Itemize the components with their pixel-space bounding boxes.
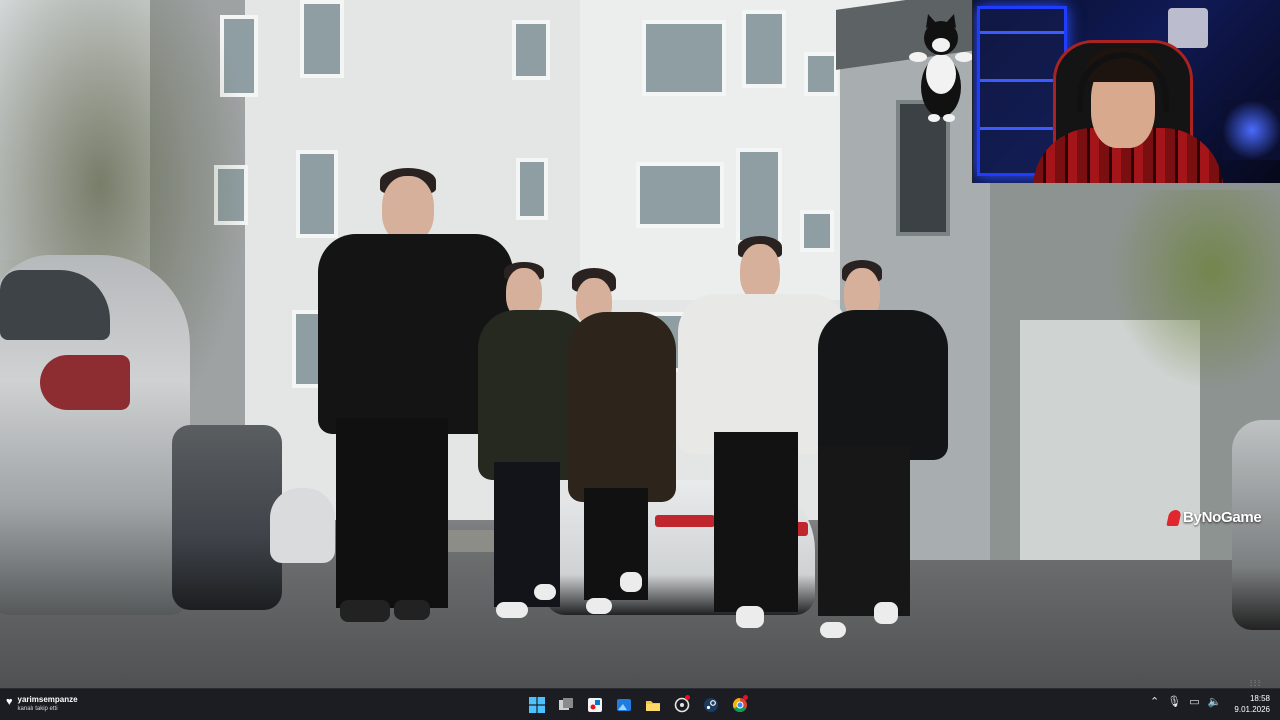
display-icon[interactable]: ▭ bbox=[1189, 695, 1199, 708]
black-jacket bbox=[818, 310, 948, 460]
task-view-button[interactable] bbox=[555, 692, 577, 717]
window bbox=[636, 162, 724, 228]
steam-button[interactable] bbox=[700, 692, 722, 717]
file-explorer-button[interactable] bbox=[642, 692, 664, 717]
windows-icon bbox=[529, 696, 545, 713]
car-taillight bbox=[40, 355, 130, 410]
shoe bbox=[620, 572, 642, 592]
start-button[interactable] bbox=[526, 692, 548, 717]
watermark-logo-icon bbox=[1166, 509, 1182, 526]
notification-dot bbox=[743, 695, 748, 700]
notification-text: yarimsempanze kanalı takip etti bbox=[18, 695, 78, 714]
shelf-bar bbox=[980, 127, 1064, 130]
channel-watermark: ByNoGame bbox=[1166, 509, 1262, 526]
shoe bbox=[534, 584, 556, 600]
notification-title: yarimsempanze bbox=[17, 695, 78, 704]
window bbox=[512, 20, 550, 80]
screen: ByNoGame ⫶⫶⫶ ♥ yarimsempanze kanalı taki… bbox=[0, 0, 1280, 720]
notification-subtitle: kanalı takip etti bbox=[17, 706, 58, 712]
shoe bbox=[736, 606, 764, 628]
shelf-bar bbox=[980, 31, 1064, 34]
pinned-apps bbox=[526, 692, 751, 717]
car-rear-window bbox=[0, 270, 110, 340]
shelf-bar bbox=[980, 79, 1064, 82]
desk-light bbox=[1223, 100, 1280, 160]
trousers bbox=[818, 446, 910, 616]
shoe bbox=[394, 600, 430, 620]
shoe bbox=[340, 600, 390, 622]
photos-app-button[interactable] bbox=[613, 692, 635, 717]
snipping-tool-icon bbox=[588, 697, 602, 712]
window bbox=[300, 0, 344, 78]
watermark-text: ByNoGame bbox=[1183, 509, 1262, 526]
follow-notification[interactable]: ♥ yarimsempanze kanalı takip etti bbox=[6, 695, 78, 714]
silver-car bbox=[0, 255, 190, 615]
taskbar-clock[interactable]: 18:58 9.01.2026 bbox=[1230, 693, 1270, 715]
head bbox=[382, 176, 434, 242]
clock-time: 18:58 bbox=[1249, 694, 1270, 703]
shoe bbox=[820, 622, 846, 638]
window bbox=[804, 52, 838, 96]
cat-sticker bbox=[909, 14, 973, 122]
chevron-up-icon[interactable]: ⌃ bbox=[1150, 695, 1159, 708]
chrome-button[interactable] bbox=[729, 692, 751, 717]
head bbox=[740, 244, 780, 300]
window bbox=[742, 10, 786, 88]
ivy-foliage-right bbox=[1110, 190, 1280, 390]
speaker-icon[interactable]: 🔈 bbox=[1208, 695, 1222, 708]
photos-icon bbox=[617, 698, 631, 711]
shoe bbox=[496, 602, 528, 618]
streamer-webcam bbox=[972, 0, 1280, 183]
steam-icon bbox=[704, 697, 718, 712]
shoe bbox=[874, 602, 898, 624]
trousers bbox=[714, 432, 798, 612]
notification-dot bbox=[685, 695, 690, 700]
heart-icon: ♥ bbox=[6, 696, 13, 708]
clock-date: 9.01.2026 bbox=[1234, 705, 1270, 714]
video-frame[interactable]: ByNoGame ⫶⫶⫶ bbox=[0, 0, 1280, 688]
shoe bbox=[586, 598, 612, 614]
coat bbox=[568, 312, 676, 502]
notification-app-button[interactable] bbox=[671, 692, 693, 717]
person-brown-coat bbox=[568, 268, 676, 620]
task-view-icon bbox=[559, 697, 573, 710]
window bbox=[642, 20, 726, 96]
window bbox=[516, 158, 548, 220]
system-tray: ⌃ 🎙 ▭ 🔈 bbox=[1150, 695, 1221, 708]
taskbar: ♥ yarimsempanze kanalı takip etti ⌃ 🎙 ▭ … bbox=[0, 688, 1280, 720]
microphone-icon[interactable]: 🎙 bbox=[1167, 695, 1181, 708]
folder-icon bbox=[646, 700, 660, 711]
corner-indicator: ⫶⫶⫶ bbox=[1250, 679, 1262, 688]
snipping-tool-button[interactable] bbox=[584, 692, 606, 717]
wall-poster bbox=[1168, 8, 1208, 48]
person-black-hoodie bbox=[818, 260, 948, 638]
grey-car bbox=[172, 425, 282, 610]
trousers bbox=[336, 418, 448, 608]
window bbox=[736, 148, 782, 244]
